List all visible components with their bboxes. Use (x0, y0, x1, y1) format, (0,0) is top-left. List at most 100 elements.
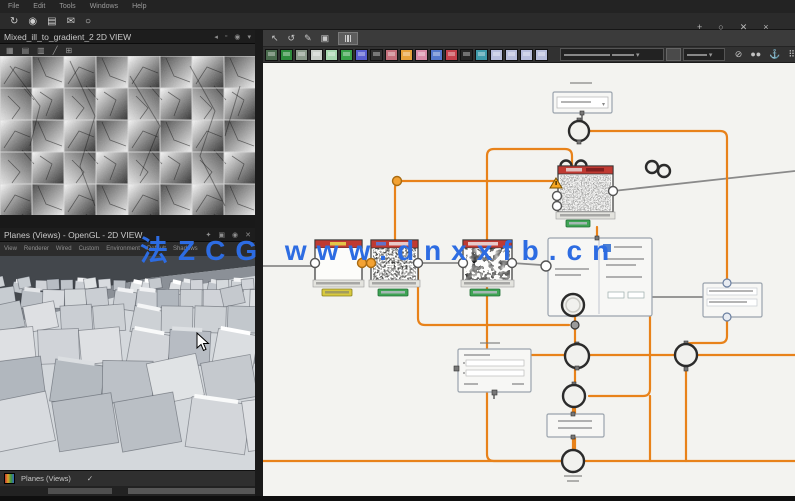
panel-button[interactable] (607, 291, 625, 299)
node-palette-swatch[interactable] (520, 48, 533, 61)
node-noise-warning[interactable] (549, 159, 619, 228)
view3d-canvas[interactable] (0, 256, 255, 470)
mouse-cursor-icon (196, 332, 210, 352)
node-palette-swatch[interactable] (505, 48, 518, 61)
node-parameter-dialog[interactable] (453, 342, 532, 396)
graph-tool-icon[interactable]: ✎ (304, 33, 312, 44)
planes-tab[interactable]: Planes (Views) (21, 474, 71, 483)
menu-item[interactable]: Help (132, 3, 146, 10)
window-control[interactable]: × (763, 22, 768, 33)
graph-layout-button[interactable] (338, 31, 359, 45)
node-palette-swatch[interactable] (370, 48, 383, 61)
menu-item[interactable]: Edit (33, 3, 45, 10)
graph-tool-icon[interactable]: ▣ (321, 33, 330, 44)
graph-right-icon[interactable]: ●● (750, 49, 761, 60)
graph-canvas[interactable]: ▾ (261, 63, 795, 501)
window-control[interactable]: + (697, 22, 702, 33)
node-connector-circle[interactable] (560, 448, 586, 482)
node-connector-circle[interactable] (560, 292, 586, 318)
panel-button[interactable] (627, 291, 645, 299)
node-palette-swatch[interactable] (430, 48, 443, 61)
view2d-tool-icon[interactable]: ╱ (53, 46, 58, 55)
node-palette-swatch[interactable] (280, 48, 293, 61)
view3d-menu-item[interactable]: Default (147, 246, 166, 252)
fractured-3d-render (0, 256, 255, 470)
graph-tool-icon[interactable]: ↖ (271, 33, 279, 44)
node-palette-swatch[interactable] (355, 48, 368, 61)
node-palette-swatch[interactable] (325, 48, 338, 61)
quickbar-icon[interactable]: ○ (85, 16, 91, 27)
window-control[interactable]: ✕ (740, 22, 748, 33)
node-connector-circle[interactable] (673, 340, 699, 372)
view2d-tool-icon[interactable]: ▤ (22, 46, 30, 55)
view3d-tab-bar: Planes (Views) ✓ (0, 470, 255, 486)
application-window: File Edit Tools Windows Help ↻ ◉ ▤ ✉ ○ + ○ ✕ × Mixe… (0, 0, 795, 501)
view3d-title-bar[interactable]: Planes (Views) - OpenGL - 2D VIEW ✦ ▣ ◉ ✕ (0, 228, 255, 242)
graph-right-icon[interactable]: ⚓ (769, 49, 780, 60)
node-dot[interactable] (656, 163, 672, 179)
menu-item[interactable]: File (8, 3, 19, 10)
quickbar-icon[interactable]: ▤ (47, 16, 56, 27)
panel-color-chip[interactable] (603, 244, 611, 252)
graph-tool-icon[interactable]: ↺ (288, 33, 296, 44)
bottom-strip (0, 496, 795, 501)
window-icon[interactable]: ◂ (214, 33, 218, 41)
wire-junction-dot[interactable] (570, 320, 580, 330)
view3d-menu-item[interactable]: Custom (79, 246, 100, 252)
node-palette-swatch[interactable] (460, 48, 473, 61)
graph-view-mode-button[interactable] (665, 48, 681, 61)
node-dot[interactable] (644, 159, 660, 175)
view3d-menu-item[interactable]: Renderer (24, 246, 49, 252)
view3d-menu-item[interactable]: Environment (106, 246, 140, 252)
node-text-panel[interactable] (546, 411, 605, 440)
graph-zoom-dropdown[interactable]: ▾ (682, 48, 725, 61)
panel-splitter[interactable] (255, 30, 263, 501)
node-palette-swatch[interactable] (535, 48, 548, 61)
node-palette-swatch[interactable] (385, 48, 398, 61)
node-properties-panel[interactable] (540, 235, 653, 317)
quickbar-icon[interactable]: ✉ (67, 16, 75, 27)
view2d-tool-icon[interactable]: ▦ (6, 46, 14, 55)
graph-path-dropdown[interactable]: ▾ (560, 48, 664, 61)
view2d-title-bar[interactable]: Mixed_ill_to_gradient_2 2D VIEW ◂ ▫ ◉ ▾ (0, 30, 255, 44)
quickbar-icon[interactable]: ◉ (28, 16, 37, 27)
node-connector-circle[interactable] (563, 341, 591, 371)
node-palette-swatch[interactable] (400, 48, 413, 61)
quickbar-icon[interactable]: ↻ (10, 16, 18, 27)
window-icon[interactable]: ▣ (218, 231, 225, 239)
window-icon[interactable]: ▫ (225, 33, 227, 41)
window-icon[interactable]: ▾ (247, 33, 251, 41)
menu-item[interactable]: Tools (59, 3, 75, 10)
view3d-menu-item[interactable]: Shadows (173, 246, 198, 252)
wire-junction-dot[interactable] (391, 175, 403, 187)
view2d-tool-icon[interactable]: ▥ (37, 46, 45, 55)
node-connector-circle[interactable] (561, 381, 587, 409)
status-bar (0, 486, 255, 496)
node-output-selector[interactable]: ▾ (552, 91, 613, 116)
node-noise-b[interactable] (365, 239, 424, 297)
node-palette-swatch[interactable] (310, 48, 323, 61)
node-palette-swatch[interactable] (340, 48, 353, 61)
node-palette-swatch[interactable] (445, 48, 458, 61)
window-icon[interactable]: ✕ (245, 231, 251, 239)
node-palette-swatch[interactable] (415, 48, 428, 61)
node-output-panel[interactable] (702, 278, 763, 322)
view3d-menu-item[interactable]: Wired (56, 246, 72, 252)
graph-right-icon[interactable]: ⊘ (735, 49, 743, 60)
menu-item[interactable]: Windows (90, 3, 118, 10)
window-icon[interactable]: ◉ (234, 33, 240, 41)
node-palette-swatch[interactable] (475, 48, 488, 61)
window-icon[interactable]: ◉ (232, 231, 238, 239)
view3d-menu-item[interactable]: View (4, 246, 17, 252)
view2d-canvas[interactable] (0, 56, 255, 215)
node-palette-swatch[interactable] (295, 48, 308, 61)
node-uniform-color[interactable] (309, 239, 368, 297)
node-palette-swatch[interactable] (265, 48, 278, 61)
node-palette-swatch[interactable] (490, 48, 503, 61)
window-control[interactable]: ○ (718, 22, 723, 33)
node-connector-circle[interactable] (567, 117, 591, 145)
graph-right-icon[interactable]: ⠿ (788, 49, 795, 60)
panel-divider (0, 215, 255, 228)
view2d-tool-icon[interactable]: ⊞ (66, 46, 73, 55)
window-icon[interactable]: ✦ (206, 231, 212, 239)
